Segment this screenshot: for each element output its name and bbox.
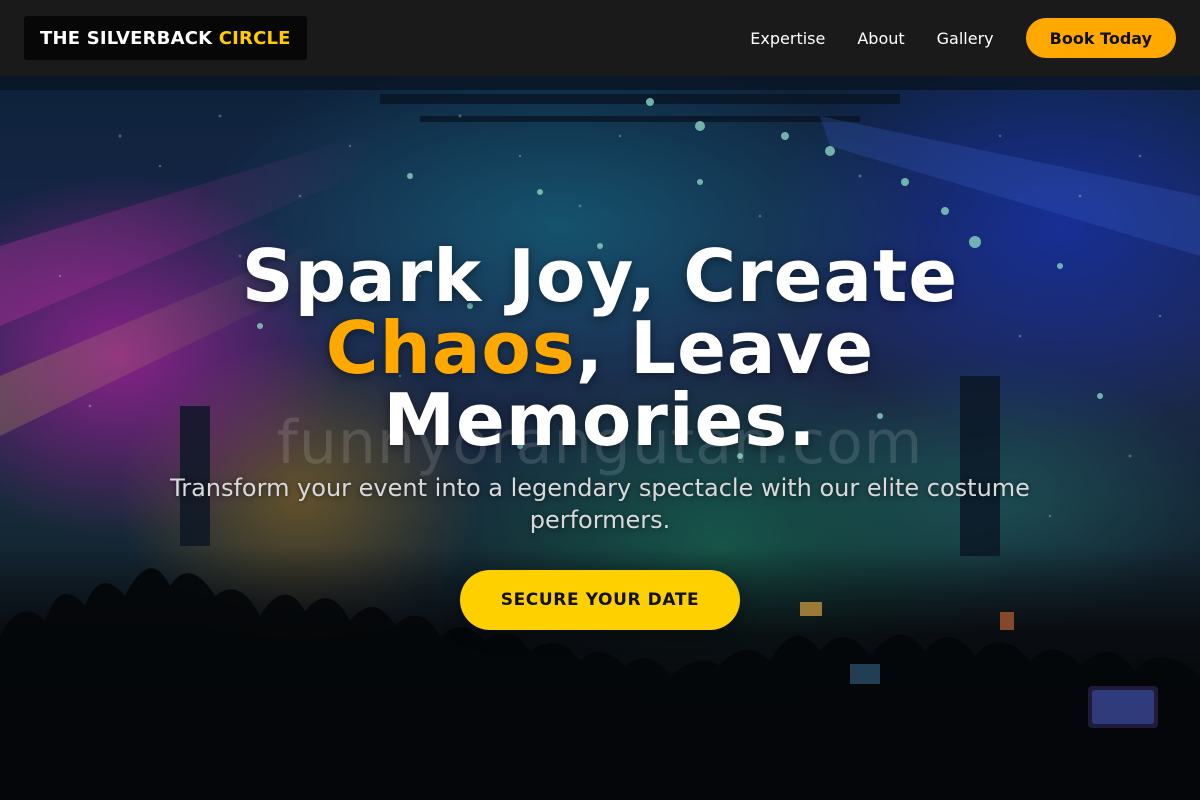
nav-links: Expertise About Gallery Book Today [750, 18, 1176, 58]
book-today-button[interactable]: Book Today [1025, 18, 1176, 58]
hero-section: Spark Joy, Create Chaos, Leave Memories.… [0, 76, 1200, 800]
top-navbar: THE SILVERBACK CIRCLE Expertise About Ga… [0, 0, 1200, 76]
watermark-text: funnyorangutan.com [276, 408, 924, 478]
hero-subtitle: Transform your event into a legendary sp… [170, 474, 1030, 534]
nav-link-gallery[interactable]: Gallery [937, 29, 994, 48]
brand-name-part2: CIRCLE [218, 27, 291, 49]
hero-content: Spark Joy, Create Chaos, Leave Memories.… [0, 76, 1200, 800]
brand-logo[interactable]: THE SILVERBACK CIRCLE [24, 16, 307, 60]
nav-link-expertise[interactable]: Expertise [750, 29, 825, 48]
nav-link-about[interactable]: About [857, 29, 904, 48]
brand-name-part1: THE SILVERBACK [40, 27, 213, 49]
secure-your-date-button[interactable]: SECURE YOUR DATE [460, 570, 740, 630]
